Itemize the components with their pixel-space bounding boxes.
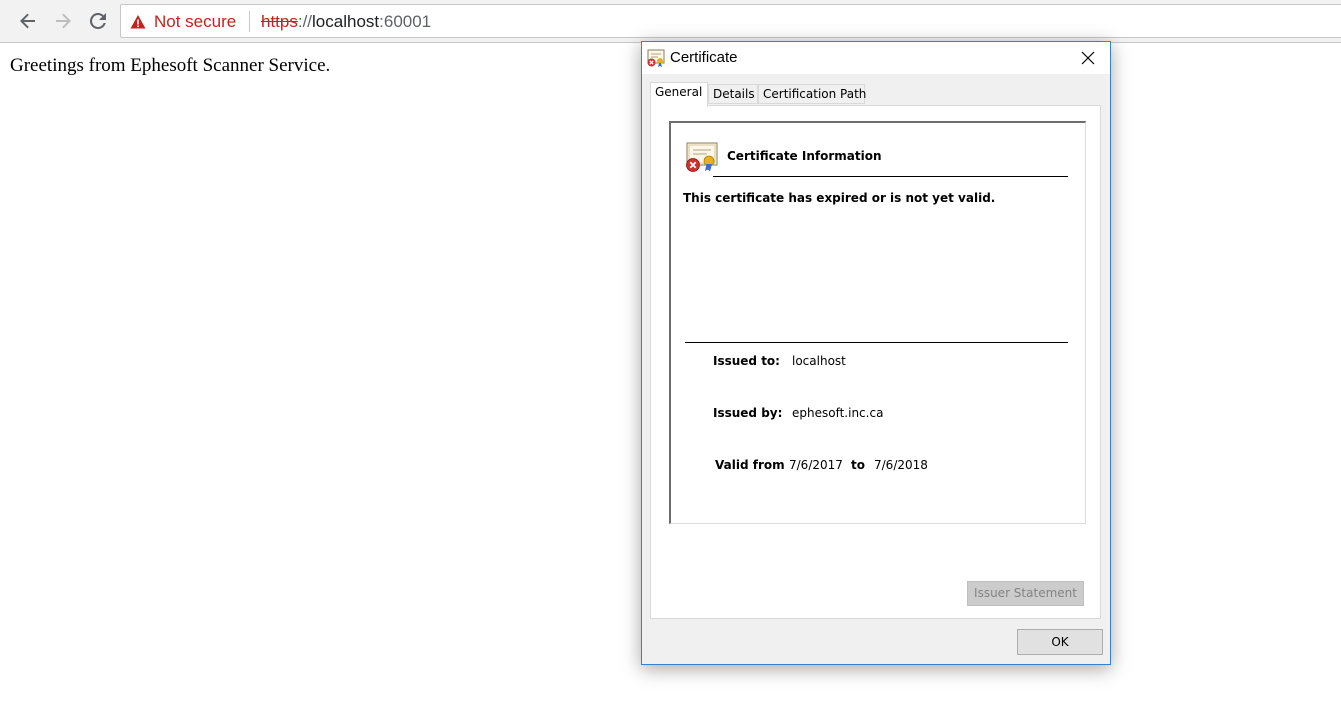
issued-to-value: localhost bbox=[792, 354, 846, 368]
certificate-status-message: This certificate has expired or is not y… bbox=[683, 191, 996, 205]
details-divider bbox=[685, 342, 1068, 343]
issued-to-label: Issued to: bbox=[713, 354, 780, 368]
forward-arrow-icon[interactable] bbox=[51, 9, 75, 33]
dialog-titlebar[interactable]: Certificate bbox=[642, 42, 1110, 74]
warning-triangle-icon[interactable] bbox=[130, 14, 146, 30]
close-button[interactable] bbox=[1066, 42, 1110, 74]
back-arrow-icon[interactable] bbox=[16, 9, 40, 33]
not-secure-label[interactable]: Not secure bbox=[154, 12, 236, 32]
valid-from-label: Valid from bbox=[715, 458, 785, 472]
certificate-dialog: Certificate General Details Certificatio… bbox=[641, 41, 1111, 665]
browser-toolbar: Not secure https://localhost:60001 bbox=[0, 0, 1341, 43]
valid-to-value: 7/6/2018 bbox=[874, 458, 928, 472]
address-bar[interactable]: Not secure https://localhost:60001 bbox=[120, 4, 1341, 38]
general-tab-panel: Certificate Information This certificate… bbox=[650, 105, 1101, 619]
url-host: localhost bbox=[312, 12, 380, 31]
valid-to-label: to bbox=[851, 458, 865, 472]
page-greeting: Greetings from Ephesoft Scanner Service. bbox=[10, 55, 331, 76]
reload-icon[interactable] bbox=[86, 9, 110, 33]
tab-general[interactable]: General bbox=[650, 82, 708, 107]
certificate-info-box: Certificate Information This certificate… bbox=[669, 121, 1086, 524]
heading-divider bbox=[713, 176, 1068, 177]
ok-button[interactable]: OK bbox=[1017, 629, 1103, 655]
dialog-title: Certificate bbox=[670, 49, 738, 66]
url-separator: :// bbox=[297, 12, 313, 31]
issued-by-label: Issued by: bbox=[713, 406, 783, 420]
certificate-icon bbox=[646, 48, 666, 68]
address-divider bbox=[249, 11, 250, 32]
url-scheme: https bbox=[261, 12, 298, 31]
close-icon[interactable] bbox=[1081, 51, 1095, 65]
issuer-statement-button[interactable]: Issuer Statement bbox=[967, 581, 1084, 606]
certificate-error-icon bbox=[685, 142, 719, 174]
issued-by-value: ephesoft.inc.ca bbox=[792, 406, 884, 420]
valid-from-value: 7/6/2017 bbox=[789, 458, 843, 472]
url-port: :60001 bbox=[379, 12, 432, 31]
tab-details[interactable]: Details bbox=[708, 84, 758, 104]
certificate-info-heading: Certificate Information bbox=[727, 149, 882, 163]
url-text[interactable]: https://localhost:60001 bbox=[261, 12, 431, 32]
tab-certification-path[interactable]: Certification Path bbox=[758, 84, 866, 104]
